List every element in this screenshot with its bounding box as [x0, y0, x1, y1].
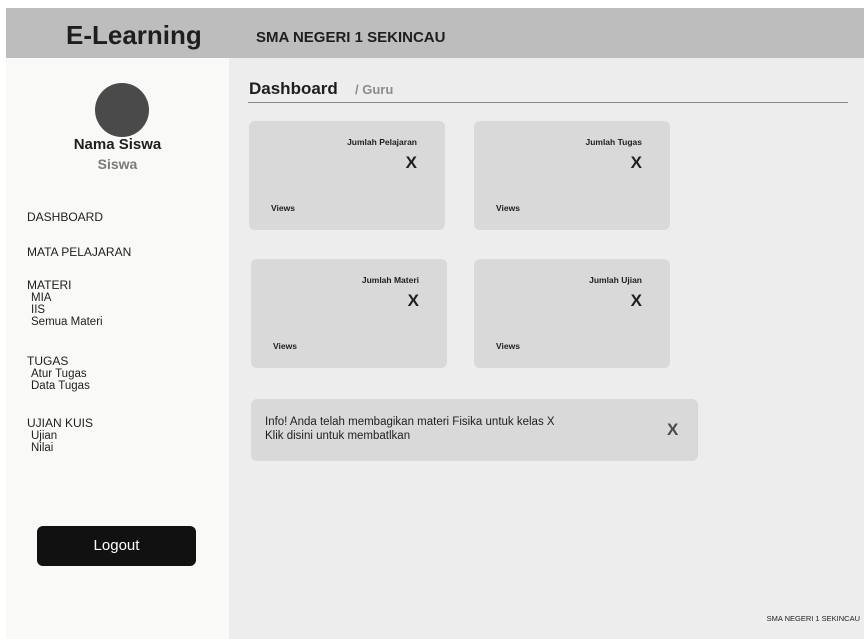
page-title: Dashboard — [249, 79, 338, 98]
sidebar-item-tugas[interactable]: TUGAS — [27, 354, 90, 368]
stat-card-value: X — [405, 153, 417, 172]
logout-button[interactable]: Logout — [37, 526, 196, 566]
views-link[interactable]: Views — [271, 203, 295, 213]
sidebar-subitem-iis[interactable]: IIS — [27, 304, 103, 316]
top-bar: E-Learning SMA NEGERI 1 SEKINCAU — [6, 8, 864, 58]
school-name: SMA NEGERI 1 SEKINCAU — [256, 29, 446, 46]
info-alert: Info! Anda telah membagikan materi Fisik… — [251, 399, 698, 461]
sidebar: Nama Siswa Siswa DASHBOARD MATA PELAJARA… — [6, 58, 229, 639]
views-link[interactable]: Views — [496, 341, 520, 351]
avatar — [95, 83, 149, 137]
stat-card-ujian: Jumlah Ujian X Views — [474, 259, 670, 368]
sidebar-item-materi[interactable]: MATERI — [27, 278, 103, 292]
sidebar-subitem-atur-tugas[interactable]: Atur Tugas — [27, 368, 90, 380]
title-divider — [248, 102, 848, 103]
brand-title: E-Learning — [66, 20, 202, 50]
stat-card-value: X — [630, 153, 642, 172]
sidebar-subitem-data-tugas[interactable]: Data Tugas — [27, 380, 90, 392]
user-role: Siswa — [97, 156, 138, 172]
sidebar-item-dashboard[interactable]: DASHBOARD — [27, 210, 103, 224]
stat-card-value: X — [630, 291, 642, 310]
sidebar-item-mata-pelajaran[interactable]: MATA PELAJARAN — [27, 245, 131, 259]
nav-group-materi: MATERI MIA IIS Semua Materi — [27, 278, 103, 328]
stat-card-materi: Jumlah Materi X Views — [251, 259, 447, 368]
sidebar-subitem-nilai[interactable]: Nilai — [27, 442, 93, 454]
sidebar-subitem-mia[interactable]: MIA — [27, 292, 103, 304]
stat-card-value: X — [407, 291, 419, 310]
footer-text: SMA NEGERI 1 SEKINCAU — [766, 614, 860, 623]
views-link[interactable]: Views — [496, 203, 520, 213]
nav-group-ujian: UJIAN KUIS Ujian Nilai — [27, 416, 93, 454]
close-icon[interactable]: X — [667, 420, 678, 440]
sidebar-item-ujian-kuis[interactable]: UJIAN KUIS — [27, 416, 93, 430]
stat-card-label: Jumlah Pelajaran — [347, 137, 417, 147]
stat-card-label: Jumlah Tugas — [585, 137, 642, 147]
main-content: Dashboard / Guru Jumlah Pelajaran X View… — [229, 58, 864, 639]
info-message: Info! Anda telah membagikan materi Fisik… — [265, 416, 555, 428]
stat-card-tugas: Jumlah Tugas X Views — [474, 121, 670, 230]
stat-card-label: Jumlah Materi — [361, 275, 419, 285]
views-link[interactable]: Views — [273, 341, 297, 351]
sidebar-subitem-semua-materi[interactable]: Semua Materi — [27, 316, 103, 328]
nav-group-mata-pelajaran: MATA PELAJARAN — [27, 245, 131, 259]
stat-card-label: Jumlah Ujian — [589, 275, 642, 285]
undo-share-link[interactable]: Klik disini untuk membatlkan — [265, 430, 410, 442]
nav-group-dashboard: DASHBOARD — [27, 210, 103, 224]
stat-card-pelajaran: Jumlah Pelajaran X Views — [249, 121, 445, 230]
nav-group-tugas: TUGAS Atur Tugas Data Tugas — [27, 354, 90, 392]
sidebar-subitem-ujian[interactable]: Ujian — [27, 430, 93, 442]
user-name: Nama Siswa — [73, 136, 162, 153]
breadcrumb: / Guru — [355, 82, 394, 97]
